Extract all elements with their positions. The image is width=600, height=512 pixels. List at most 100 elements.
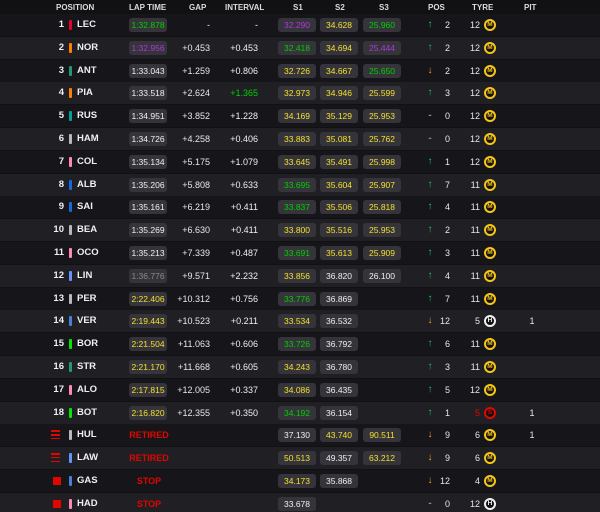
driver-code: RUS — [77, 110, 98, 122]
position-number: 3 — [58, 64, 64, 76]
sector-1-time: 33.691 — [278, 246, 316, 260]
tyre-age: 12 — [469, 20, 480, 30]
sector-1-time: 33.837 — [278, 200, 316, 215]
gap-value: +1.259 — [182, 65, 210, 76]
sector-2-time: 34.667 — [320, 63, 358, 78]
driver-row[interactable]: 17 ALO 2:17.815 +12.005 +0.337 34.086 36.435 ↑ 5… — [0, 378, 600, 401]
header-lap-time: LAP TIME — [129, 3, 167, 12]
driver-code: ANT — [77, 64, 97, 76]
driver-row[interactable]: 18 BOT 2:16.820 +12.355 +0.350 34.192 36.154 ↑ 1… — [0, 401, 600, 424]
driver-row[interactable]: LAW RETIRED 50.513 49.357 63.212 ↓ 9 6 M — [0, 447, 600, 470]
driver-row[interactable]: 16 STR 2:21.170 +11.668 +0.605 34.243 36.780 ↑ 3… — [0, 356, 600, 378]
position-change: 3 — [444, 362, 450, 372]
sector-1-time: 33.695 — [278, 177, 316, 192]
team-color-bar — [69, 384, 72, 395]
header-row: POSITION LAP TIME GAP INTERVAL S1 S2 S3 … — [0, 0, 600, 14]
sector-3-time: 25.818 — [363, 200, 401, 215]
driver-row[interactable]: 15 BOR 2:21.504 +11.063 +0.606 33.726 36.792 ↑ 6… — [0, 333, 600, 356]
gap-value: +2.624 — [182, 88, 210, 99]
lap-time: 1:35.269 — [129, 223, 167, 238]
driver-row[interactable]: 12 LIN 1:36.776 +9.571 +2.232 33.856 36.820 26.… — [0, 264, 600, 287]
tyre-age: 11 — [470, 202, 480, 213]
gap-value — [168, 424, 210, 446]
position-change: 3 — [444, 88, 450, 99]
driver-row[interactable]: 7 COL 1:35.134 +5.175 +1.079 33.645 35.491 25.9… — [0, 150, 600, 173]
position-change: 9 — [444, 430, 450, 441]
driver-row[interactable]: GAS STOP 34.173 35.868 ↓ 12 4 M — [0, 470, 600, 492]
driver-code: NOR — [77, 41, 99, 53]
gap-value: +4.258 — [182, 134, 210, 144]
driver-row[interactable]: HUL RETIRED 37.130 43.740 90.511 ↓ 9 6 M 1 — [0, 424, 600, 447]
driver-row[interactable]: 5 RUS 1:34.951 +3.852 +1.228 34.169 35.129 25.9… — [0, 105, 600, 128]
position-change: 9 — [444, 453, 450, 464]
sector-1-time: 34.173 — [278, 474, 316, 488]
tyre-age: 5 — [474, 316, 480, 327]
position-change: 5 — [444, 384, 450, 395]
position-number: 10 — [53, 224, 64, 236]
driver-row[interactable]: HAD STOP 33.678-0 12 H — [0, 492, 600, 512]
tyre-age: 12 — [469, 156, 480, 167]
gap-value — [168, 493, 210, 512]
driver-code: LIN — [77, 269, 93, 281]
driver-row[interactable]: 6 HAM 1:34.726 +4.258 +0.406 33.883 35.081 25.7… — [0, 128, 600, 150]
tyre-compound-icon: S — [484, 406, 496, 419]
team-color-bar — [69, 225, 72, 236]
tyre-compound-icon: H — [484, 315, 496, 328]
lap-time: 1:35.161 — [129, 200, 167, 215]
pit-stops: 1 — [529, 430, 535, 441]
driver-row[interactable]: 2 NOR 1:32.956 +0.453 +0.453 32.418 34.694 25.4… — [0, 36, 600, 59]
tyre-age: 11 — [470, 225, 480, 236]
interval-value: +0.606 — [230, 339, 258, 350]
position-change: 0 — [444, 498, 450, 509]
team-color-bar — [69, 42, 72, 53]
gap-value: +12.005 — [177, 384, 210, 395]
interval-value — [212, 493, 258, 512]
driver-row[interactable]: 14 VER 2:19.443 +10.523 +0.211 33.534 36.532 ↓ 1… — [0, 310, 600, 333]
sector-2-time: 35.491 — [320, 154, 358, 169]
team-color-bar — [69, 134, 72, 144]
sector-3-time: 25.953 — [363, 223, 401, 238]
sector-1-time: 37.130 — [278, 428, 316, 443]
tyre-compound-icon: M — [484, 87, 496, 100]
tyre-compound-icon: M — [484, 110, 496, 123]
driver-code: PER — [77, 292, 97, 304]
tyre-age: 12 — [469, 498, 480, 509]
team-color-bar — [69, 316, 72, 327]
sector-3-time: 25.953 — [363, 109, 401, 124]
team-color-bar — [69, 179, 72, 190]
driver-code: PIA — [77, 87, 93, 99]
tyre-age: 11 — [470, 270, 480, 281]
team-color-bar — [69, 20, 72, 30]
interval-value: +0.756 — [230, 293, 258, 304]
sector-2-time: 35.506 — [320, 200, 358, 215]
position-change: 0 — [444, 111, 450, 122]
driver-row[interactable]: 13 PER 2:22.406 +10.312 +0.756 33.776 36.869 ↑ 7… — [0, 287, 600, 310]
driver-code: SAI — [77, 201, 93, 213]
position-change: 2 — [444, 42, 450, 53]
interval-value: +0.411 — [230, 202, 258, 213]
interval-value — [212, 470, 258, 492]
driver-status: STOP — [136, 476, 162, 486]
driver-row[interactable]: 1 LEC 1:32.878- -32.290 34.628 25.960 ↑ 2 12 M — [0, 14, 600, 36]
tyre-compound-icon: M — [484, 41, 496, 54]
driver-row[interactable]: 10 BEA 1:35.269 +6.630 +0.411 33.800 35.516 25.… — [0, 219, 600, 242]
driver-code: GAS — [77, 475, 98, 486]
tyre-age: 6 — [474, 430, 480, 441]
lap-time: 2:21.170 — [129, 360, 167, 374]
position-change: 4 — [444, 270, 450, 281]
driver-row[interactable]: 11 OCO 1:35.213 +7.339 +0.487 33.691 35.613 25.… — [0, 242, 600, 264]
team-color-bar — [69, 339, 72, 350]
position-number: 12 — [53, 269, 64, 281]
driver-row[interactable]: 9 SAI 1:35.161 +6.219 +0.411 33.837 35.506 25.8… — [0, 196, 600, 219]
tyre-age: 4 — [474, 476, 480, 486]
driver-row[interactable]: 8 ALB 1:35.206 +5.808 +0.633 33.695 35.604 25.9… — [0, 173, 600, 196]
driver-row[interactable]: 4 PIA 1:33.518 +2.624 +1.365 32.973 34.946 25.5… — [0, 82, 600, 105]
tyre-compound-icon: H — [484, 497, 496, 510]
interval-value: +1.228 — [230, 111, 258, 122]
team-color-bar — [69, 270, 72, 281]
driver-code: OCO — [77, 247, 99, 258]
position-number: 7 — [58, 155, 64, 167]
sector-3-time: 25.909 — [363, 246, 401, 260]
driver-row[interactable]: 3 ANT 1:33.043 +1.259 +0.806 32.726 34.667 25.6… — [0, 59, 600, 82]
sector-2-time: 36.820 — [320, 268, 358, 283]
